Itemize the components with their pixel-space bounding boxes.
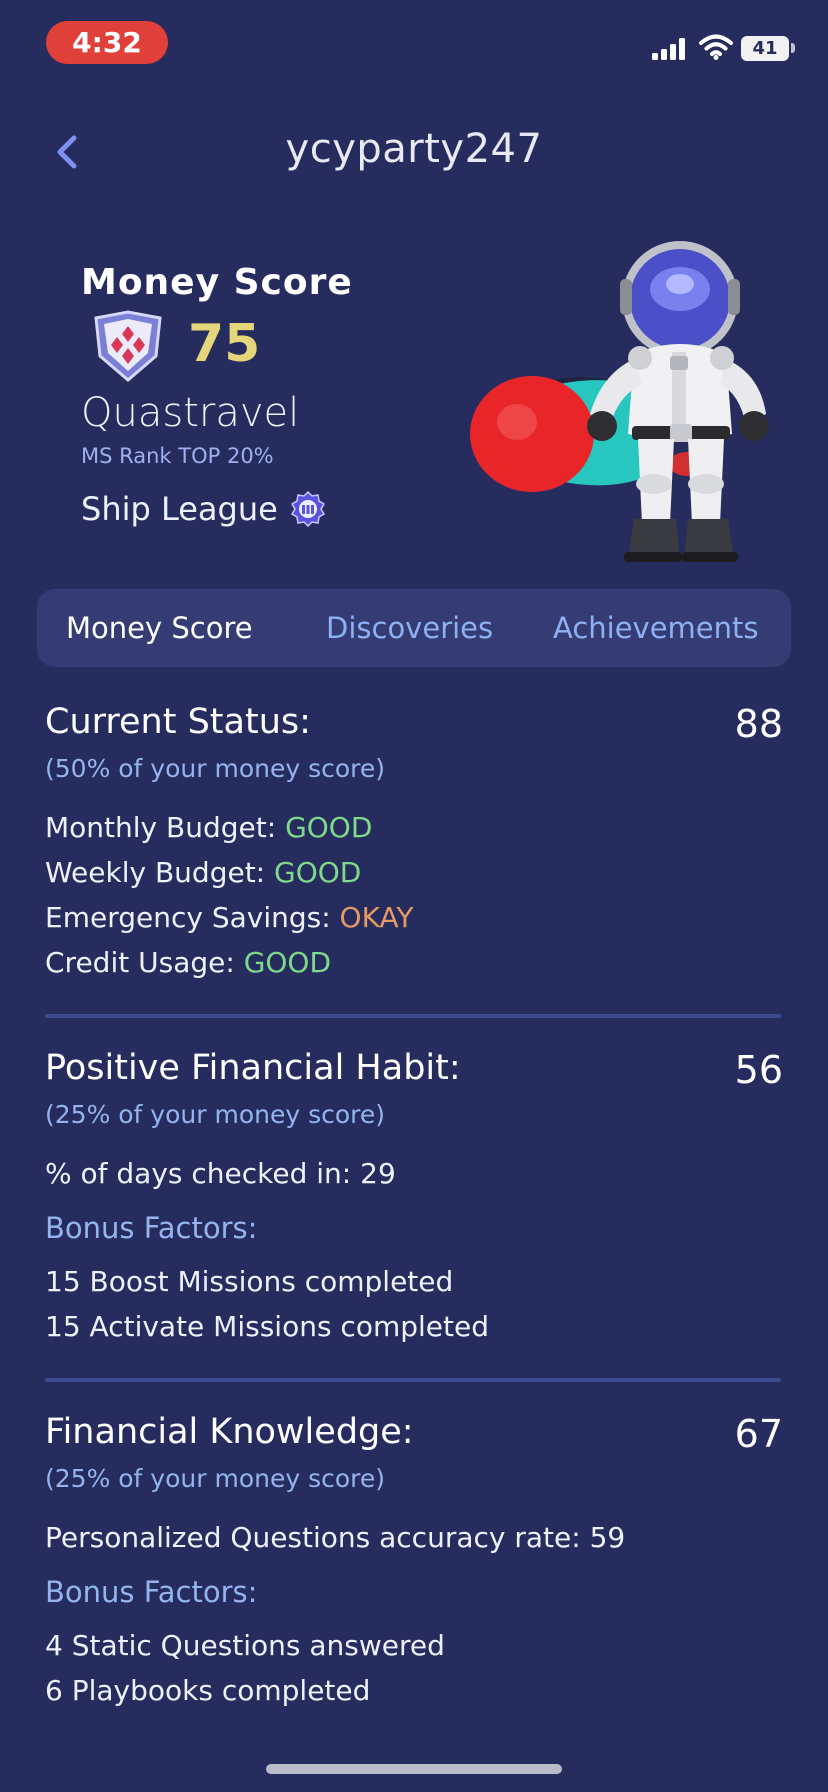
status-item-label: Credit Usage: <box>45 946 244 979</box>
current-status-weight: (50% of your money score) <box>45 754 386 783</box>
page-title: ycyparty247 <box>285 126 543 172</box>
knowledge-bonus-item: 6 Playbooks completed <box>45 1674 371 1707</box>
tab-money-score[interactable]: Money Score <box>66 611 253 645</box>
league-emblem-icon <box>290 491 325 527</box>
ms-rank-text: MS Rank TOP 20% <box>81 444 274 468</box>
habit-weight: (25% of your money score) <box>45 1100 386 1129</box>
status-value-good: GOOD <box>243 946 332 979</box>
home-indicator[interactable] <box>266 1764 562 1774</box>
astronaut-mascot-illustration <box>470 241 769 562</box>
battery-indicator: 41 <box>741 36 789 61</box>
habit-bonus-heading: Bonus Factors: <box>45 1211 258 1245</box>
questions-accuracy: Personalized Questions accuracy rate: 59 <box>45 1521 626 1554</box>
tab-achievements[interactable]: Achievements <box>553 611 759 645</box>
section-divider <box>45 1014 781 1018</box>
rank-badge-icon <box>94 310 162 382</box>
status-item-emergency-savings: Emergency Savings: OKAY <box>45 901 414 934</box>
status-value-good: GOOD <box>274 856 362 889</box>
status-time: 4:32 <box>46 21 168 64</box>
habit-title: Positive Financial Habit: <box>45 1048 461 1088</box>
current-status-value: 88 <box>734 702 783 746</box>
league-name: Ship League <box>81 490 278 528</box>
knowledge-bonus-heading: Bonus Factors: <box>45 1575 258 1609</box>
knowledge-title: Financial Knowledge: <box>45 1412 414 1452</box>
knowledge-value: 67 <box>734 1412 783 1456</box>
rank-name: Quastravel <box>81 390 300 436</box>
status-item-label: Weekly Budget: <box>45 856 275 889</box>
habit-value: 56 <box>734 1048 783 1092</box>
status-value-good: GOOD <box>285 811 373 844</box>
current-status-title: Current Status: <box>45 702 311 742</box>
tab-bar: Money Score Discoveries Achievements <box>37 589 791 667</box>
knowledge-weight: (25% of your money score) <box>45 1464 386 1493</box>
battery-tip <box>791 43 795 53</box>
money-score-screen: 4:32 41 ycyparty247 Money Score 75 Quast… <box>0 0 828 1792</box>
section-divider <box>45 1378 781 1382</box>
days-checked-in: % of days checked in: 29 <box>45 1157 396 1190</box>
status-item-weekly-budget: Weekly Budget: GOOD <box>45 856 361 889</box>
money-score-heading: Money Score <box>81 262 353 303</box>
status-item-monthly-budget: Monthly Budget: GOOD <box>45 811 372 844</box>
cellular-signal-icon <box>652 38 685 60</box>
habit-bonus-item: 15 Activate Missions completed <box>45 1310 489 1343</box>
status-item-label: Emergency Savings: <box>45 901 340 934</box>
knowledge-bonus-item: 4 Static Questions answered <box>45 1629 445 1662</box>
league-row: Ship League <box>81 490 326 528</box>
status-item-credit-usage: Credit Usage: GOOD <box>45 946 331 979</box>
tab-discoveries[interactable]: Discoveries <box>326 611 493 645</box>
money-score-value: 75 <box>188 314 261 374</box>
wifi-icon <box>699 34 733 60</box>
habit-bonus-item: 15 Boost Missions completed <box>45 1265 454 1298</box>
status-item-label: Monthly Budget: <box>45 811 286 844</box>
status-value-okay: OKAY <box>339 901 414 934</box>
